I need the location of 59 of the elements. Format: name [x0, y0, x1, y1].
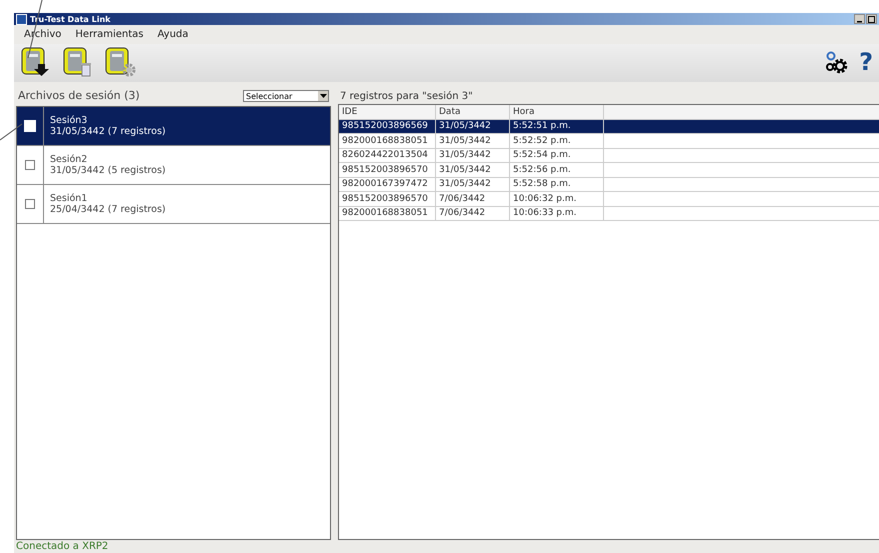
table-cell: 10:06:33 p.m. — [510, 206, 604, 220]
table-row[interactable]: 826024422013504 31/05/3442 5:52:54 p.m. — [339, 148, 879, 163]
table-cell: 5:52:51 p.m. — [510, 120, 604, 133]
table-cell: 826024422013504 — [339, 148, 436, 162]
table-cell: 31/05/3442 — [436, 163, 510, 176]
table-row[interactable]: 985152003896570 7/06/3442 10:06:32 p.m. — [339, 192, 879, 206]
device-gear-icon[interactable] — [104, 46, 138, 78]
caret-icon — [320, 94, 326, 98]
settings-icon[interactable] — [825, 50, 850, 74]
window-title: Tru-Test Data Link — [30, 14, 110, 24]
table-cell: 5:52:56 p.m. — [510, 163, 604, 176]
session-detail: 31/05/3442 (5 registros) — [50, 165, 166, 176]
help-button[interactable]: ? — [857, 48, 875, 76]
table-row[interactable]: 985152003896569 31/05/3442 5:52:51 p.m. — [339, 120, 879, 134]
table-cell: 31/05/3442 — [436, 134, 510, 148]
menu-item[interactable]: Herramientas — [75, 29, 144, 40]
table-cell: 5:52:54 p.m. — [510, 148, 604, 162]
table-cell: 985152003896570 — [339, 192, 436, 206]
table-cell: 31/05/3442 — [436, 148, 510, 162]
session-detail: 31/05/3442 (7 registros) — [50, 126, 166, 137]
maximize-icon — [868, 16, 875, 22]
menu-item[interactable]: Ayuda — [158, 29, 188, 40]
table-cell: 31/05/3442 — [436, 120, 510, 133]
table-row[interactable]: 982000168838051 7/06/3442 10:06:33 p.m. — [339, 206, 879, 221]
table-cell: 982000168838051 — [339, 206, 436, 220]
table-row[interactable]: 982000167397472 31/05/3442 5:52:58 p.m. — [339, 178, 879, 192]
table-cell: 7/06/3442 — [436, 192, 510, 206]
table-cell: 7/06/3442 — [436, 206, 510, 220]
table-cell: 985152003896569 — [339, 120, 436, 133]
checkbox[interactable] — [25, 199, 35, 209]
column-header[interactable]: Hora — [510, 105, 604, 118]
table-cell: 5:52:52 p.m. — [510, 134, 604, 148]
app-icon — [16, 14, 27, 24]
session-name: Sesión3 — [50, 115, 88, 126]
session-item[interactable]: Sesión2 31/05/3442 (5 registros) — [17, 146, 330, 185]
table-cell: 10:06:32 p.m. — [510, 192, 604, 206]
session-detail: 25/04/3442 (7 registros) — [50, 204, 166, 215]
table-row[interactable]: 982000168838051 31/05/3442 5:52:52 p.m. — [339, 134, 879, 148]
select-dropdown[interactable]: Seleccionar — [243, 90, 329, 102]
pane-title: Archivos de sesión (3) — [18, 89, 140, 102]
table-cell: 985152003896570 — [339, 163, 436, 176]
table-cell: 982000167397472 — [339, 178, 436, 191]
pane-title: 7 registros para "sesión 3" — [339, 90, 474, 102]
session-item[interactable]: Sesión1 25/04/3442 (7 registros) — [17, 185, 330, 224]
checkbox[interactable] — [25, 160, 35, 170]
dropdown-arrow-button[interactable] — [318, 91, 328, 101]
status-text: Conectado a XRP2 — [15, 540, 110, 553]
table-cell: 31/05/3442 — [436, 178, 510, 191]
table-cell: 982000168838051 — [339, 134, 436, 148]
column-header[interactable]: IDE — [339, 105, 436, 118]
session-item[interactable]: Sesión3 31/05/3442 (7 registros) — [17, 107, 330, 146]
minimize-button[interactable] — [854, 14, 865, 24]
session-name: Sesión2 — [50, 154, 88, 165]
maximize-button[interactable] — [866, 14, 877, 24]
session-name: Sesión1 — [50, 193, 88, 204]
leader-line — [0, 124, 22, 140]
table-cell: 5:52:58 p.m. — [510, 178, 604, 191]
table-row[interactable]: 985152003896570 31/05/3442 5:52:56 p.m. — [339, 163, 879, 178]
column-header[interactable]: Data — [436, 105, 510, 118]
